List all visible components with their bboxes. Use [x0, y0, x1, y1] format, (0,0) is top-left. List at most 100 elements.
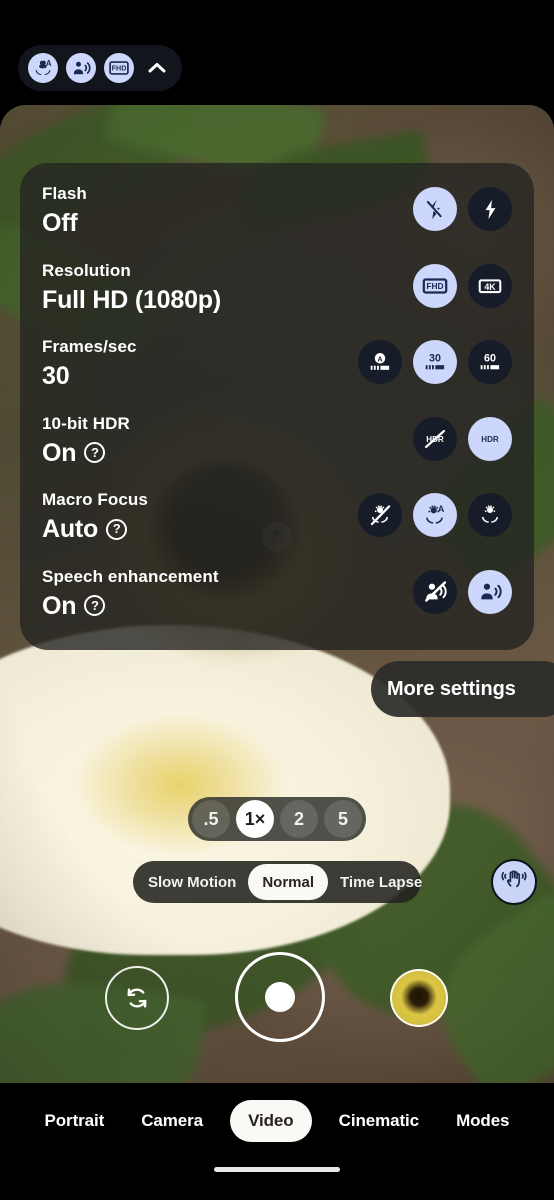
help-icon[interactable]: ?: [106, 518, 128, 540]
setting-value-text: Full HD (1080p): [42, 285, 221, 314]
more-settings-label: More settings: [387, 677, 516, 700]
svg-text:A: A: [377, 356, 382, 364]
option-group-macro-focus: A: [358, 487, 512, 538]
zoom-option-1x[interactable]: 1×: [236, 800, 274, 838]
speech-on-icon: [478, 579, 503, 604]
zoom-option-0-5x[interactable]: .5: [192, 800, 230, 838]
setting-label: Flash: [42, 184, 87, 203]
setting-label: 10-bit HDR: [42, 413, 130, 433]
tab-cinematic[interactable]: Cinematic: [329, 1100, 429, 1142]
setting-value-text: On: [42, 591, 77, 620]
setting-value: On ?: [42, 590, 219, 622]
flash-on-icon: [479, 198, 502, 221]
setting-value: 30: [42, 360, 137, 392]
option-group-frames-per-sec: A 30 60: [358, 334, 512, 385]
flash-off-option[interactable]: [413, 187, 457, 231]
video-mode-time-lapse[interactable]: Time Lapse: [328, 864, 434, 900]
stabilization-icon: [501, 867, 527, 898]
setting-value: On ?: [42, 437, 130, 469]
setting-text: Resolution Full HD (1080p): [42, 258, 221, 316]
video-settings-panel: Flash Off Resolution Full HD (1080p) FHD…: [20, 163, 534, 650]
setting-label: Speech enhancement: [42, 566, 219, 586]
fps-30-option[interactable]: 30: [413, 340, 457, 385]
macro-auto-option[interactable]: A: [413, 493, 457, 538]
svg-text:A: A: [46, 59, 52, 68]
help-icon[interactable]: ?: [84, 595, 106, 617]
bottom-bar: Portrait Camera Video Cinematic Modes: [0, 1083, 554, 1200]
svg-text:HDR: HDR: [481, 435, 499, 444]
zoom-selector: .5 1× 2 5: [188, 797, 366, 841]
tab-portrait[interactable]: Portrait: [35, 1100, 115, 1142]
hdr-on-option[interactable]: HDR: [468, 416, 512, 461]
more-settings-button[interactable]: More settings: [371, 661, 554, 717]
status-bar: A FHD: [0, 0, 554, 105]
help-icon[interactable]: ?: [84, 442, 106, 464]
quick-settings-pill[interactable]: A FHD: [18, 45, 182, 91]
macro-off-icon: [368, 503, 392, 527]
macro-on-icon: [478, 503, 502, 527]
resolution-4k-option[interactable]: 4K: [468, 263, 512, 308]
macro-off-option[interactable]: [358, 493, 402, 538]
setting-row-frames-per-sec: Frames/sec 30 A 30 60: [42, 334, 512, 404]
setting-row-flash: Flash Off: [42, 181, 512, 251]
tab-camera[interactable]: Camera: [131, 1100, 213, 1142]
option-group-10bit-hdr: HDR HDR: [413, 411, 512, 461]
setting-value-text: Off: [42, 209, 78, 237]
resolution-fhd-option[interactable]: FHD: [413, 263, 457, 308]
svg-text:A: A: [437, 504, 444, 514]
home-indicator: [214, 1167, 340, 1172]
video-mode-slow-motion[interactable]: Slow Motion: [136, 864, 248, 900]
setting-text: Frames/sec 30: [42, 334, 137, 392]
option-group-flash: [413, 181, 512, 231]
fps-30-icon: 30: [421, 348, 449, 376]
option-group-resolution: FHD 4K: [413, 258, 512, 308]
chevron-up-icon[interactable]: [144, 55, 170, 81]
setting-value: Full HD (1080p): [42, 284, 221, 316]
fhd-icon[interactable]: FHD: [104, 53, 134, 83]
setting-label: Macro Focus: [42, 490, 148, 510]
svg-text:FHD: FHD: [112, 64, 127, 73]
speech-enhancement-icon[interactable]: [66, 53, 96, 83]
setting-value-text: On: [42, 438, 77, 467]
svg-text:FHD: FHD: [426, 281, 443, 291]
fps-60-option[interactable]: 60: [468, 340, 512, 385]
setting-row-speech-enhancement: Speech enhancement On ?: [42, 564, 512, 634]
svg-text:60: 60: [484, 353, 496, 365]
svg-text:4K: 4K: [484, 282, 496, 292]
macro-on-option[interactable]: [468, 493, 512, 538]
camera-mode-tabs: Portrait Camera Video Cinematic Modes: [0, 1097, 554, 1145]
record-button[interactable]: [235, 952, 325, 1042]
fps-60-icon: 60: [476, 348, 504, 376]
flash-on-option[interactable]: [468, 187, 512, 231]
svg-text:30: 30: [429, 353, 441, 365]
video-mode-normal[interactable]: Normal: [248, 864, 329, 900]
hdr-off-icon: HDR: [420, 424, 450, 454]
setting-label: Frames/sec: [42, 337, 137, 357]
setting-text: Speech enhancement On ?: [42, 564, 219, 622]
speech-off-option[interactable]: [413, 569, 457, 614]
zoom-option-5x[interactable]: 5: [324, 800, 362, 838]
gallery-thumbnail[interactable]: [390, 969, 448, 1027]
tab-modes[interactable]: Modes: [446, 1100, 519, 1142]
speech-off-icon: [423, 579, 448, 604]
speech-on-option[interactable]: [468, 569, 512, 614]
setting-value: Auto ?: [42, 513, 148, 545]
hdr-off-option[interactable]: HDR: [413, 416, 457, 461]
setting-value-text: Auto: [42, 515, 99, 544]
record-button-inner: [265, 982, 295, 1012]
setting-text: 10-bit HDR On ?: [42, 411, 130, 469]
macro-auto-icon[interactable]: A: [28, 53, 58, 83]
zoom-option-2x[interactable]: 2: [280, 800, 318, 838]
option-group-speech-enhancement: [413, 564, 512, 614]
setting-label: Resolution: [42, 260, 131, 280]
setting-row-macro-focus: Macro Focus Auto ? A: [42, 487, 512, 557]
fhd-icon: FHD: [421, 272, 449, 300]
setting-row-10bit-hdr: 10-bit HDR On ? HDR HDR: [42, 411, 512, 481]
hdr-on-icon: HDR: [475, 424, 505, 454]
setting-value-text: 30: [42, 362, 70, 391]
flash-off-icon: [424, 198, 447, 221]
camera-flip-button[interactable]: [105, 966, 169, 1030]
stabilization-button[interactable]: [491, 859, 537, 905]
fps-auto-option[interactable]: A: [358, 340, 402, 385]
tab-video[interactable]: Video: [230, 1100, 312, 1142]
